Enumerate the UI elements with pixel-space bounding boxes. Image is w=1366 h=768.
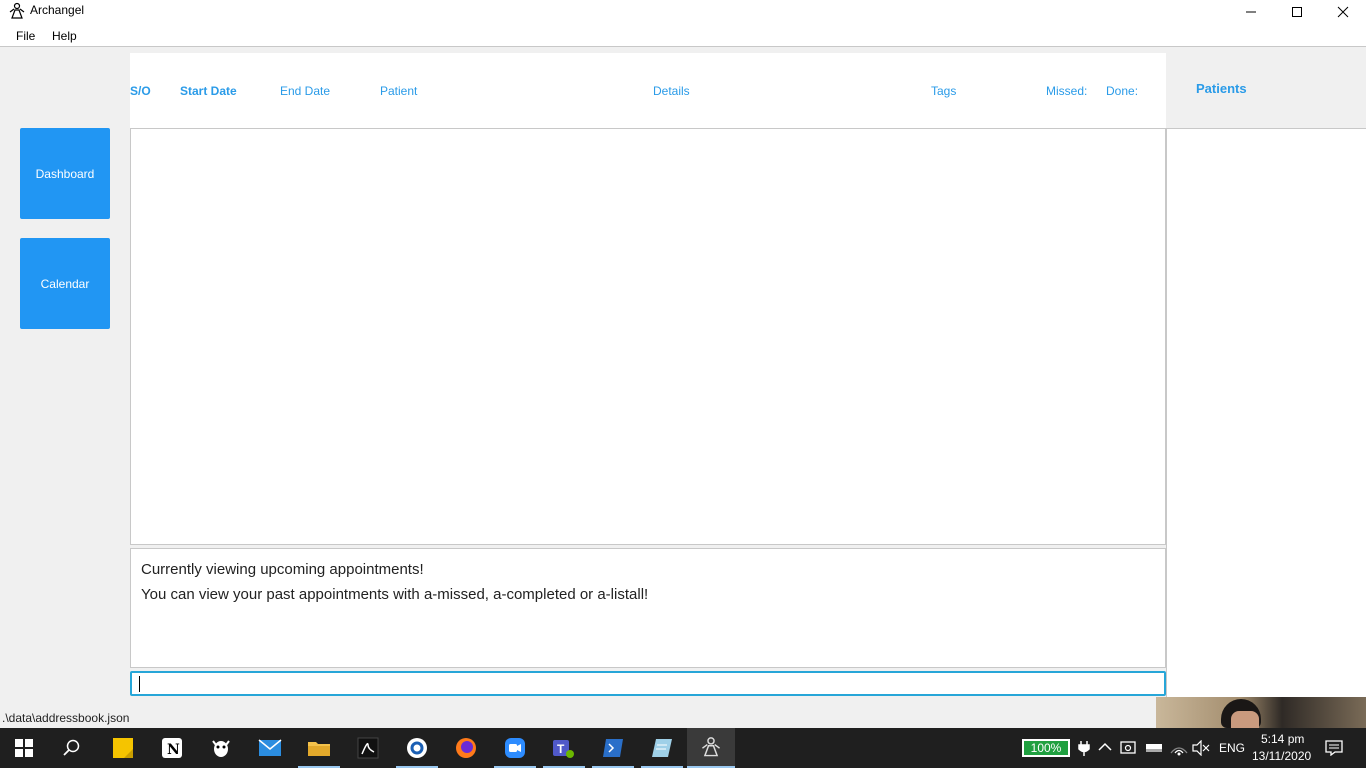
calendar-button[interactable]: Calendar [20, 238, 110, 329]
cow-icon [212, 740, 230, 757]
patients-title: Patients [1196, 81, 1247, 96]
svg-text:T: T [557, 742, 565, 756]
teams-icon: T [553, 740, 574, 758]
column-header-done[interactable]: Done: [1106, 84, 1138, 98]
start-button[interactable] [12, 736, 36, 760]
archangel-taskbar-app[interactable] [687, 728, 735, 768]
patients-panel-header: Patients [1166, 53, 1366, 128]
minimize-button[interactable] [1228, 0, 1274, 24]
storage-icon[interactable] [1145, 740, 1163, 756]
acrobat-app[interactable] [356, 736, 380, 760]
column-header-tags[interactable]: Tags [931, 84, 956, 98]
svg-text:N: N [167, 742, 180, 758]
clock-date[interactable]: 13/11/2020 [1252, 749, 1311, 763]
zoom-icon [505, 738, 525, 758]
maximize-button[interactable] [1274, 0, 1320, 24]
result-line: You can view your past appointments with… [141, 586, 649, 603]
sticky-notes-app[interactable] [111, 736, 135, 760]
powershell-app[interactable] [601, 736, 625, 760]
command-input[interactable] [130, 671, 1166, 696]
acrobat-icon [357, 737, 379, 759]
column-header-missed[interactable]: Missed: [1046, 84, 1087, 98]
wifi-icon[interactable] [1170, 739, 1188, 757]
taskbar: N T ENG 5:14 pm 13/11/2020 [0, 728, 1366, 768]
window-title: Archangel [30, 3, 85, 17]
cow-app[interactable] [209, 736, 233, 760]
clock-time[interactable]: 5:14 pm [1261, 732, 1304, 746]
folder-icon [308, 742, 330, 756]
title-bar: Archangel [0, 0, 1366, 24]
powershell-icon [603, 739, 623, 757]
windows-logo-icon [15, 739, 33, 757]
archangel-logo-icon [702, 737, 720, 757]
chevron-up-icon[interactable] [1098, 742, 1112, 752]
appointment-list[interactable] [130, 128, 1166, 545]
column-header-so[interactable]: S/O [130, 84, 151, 98]
teams-app[interactable]: T [552, 736, 576, 760]
menu-bar: File Help [0, 24, 1366, 47]
mail-icon [258, 739, 282, 756]
mail-app[interactable] [258, 736, 282, 760]
archangel-logo-icon [9, 2, 25, 19]
column-header-patient[interactable]: Patient [380, 84, 417, 98]
browser-icon [407, 738, 427, 758]
patient-list[interactable] [1166, 128, 1366, 698]
device-icon[interactable] [1120, 739, 1138, 757]
notion-app[interactable]: N [160, 736, 184, 760]
minimize-icon [1246, 11, 1256, 13]
language-indicator[interactable]: ENG [1219, 741, 1245, 755]
firefox-app[interactable] [454, 736, 478, 760]
column-header-end-date[interactable]: End Date [280, 84, 330, 98]
notepad-icon [652, 739, 672, 757]
result-line: Currently viewing upcoming appointments! [141, 561, 424, 578]
battery-indicator[interactable]: 100% [1022, 739, 1070, 757]
file-explorer-app[interactable] [307, 736, 331, 760]
text-caret [139, 676, 140, 692]
result-display: Currently viewing upcoming appointments!… [130, 548, 1166, 668]
menu-file[interactable]: File [16, 29, 35, 43]
notion-icon: N [162, 738, 182, 758]
browser-app[interactable] [405, 736, 429, 760]
search-button[interactable] [60, 736, 84, 760]
power-plug-icon[interactable] [1077, 740, 1091, 756]
dashboard-button[interactable]: Dashboard [20, 128, 110, 219]
close-button[interactable] [1320, 0, 1366, 24]
close-icon [1337, 6, 1349, 18]
menu-help[interactable]: Help [52, 29, 77, 43]
notification-icon[interactable] [1325, 740, 1343, 756]
status-bar-filepath: .\data\addressbook.json [2, 711, 130, 725]
search-icon [63, 739, 80, 756]
webcam-overlay [1156, 697, 1366, 728]
column-header-start-date[interactable]: Start Date [180, 84, 237, 98]
zoom-app[interactable] [503, 736, 527, 760]
sticky-notes-icon [113, 738, 133, 758]
notepad-app[interactable] [650, 736, 674, 760]
volume-muted-icon[interactable] [1192, 740, 1210, 756]
column-header-details[interactable]: Details [653, 84, 690, 98]
maximize-icon [1292, 7, 1302, 17]
firefox-icon [456, 738, 476, 758]
appointment-list-header: S/O Start Date End Date Patient Details … [130, 53, 1166, 128]
